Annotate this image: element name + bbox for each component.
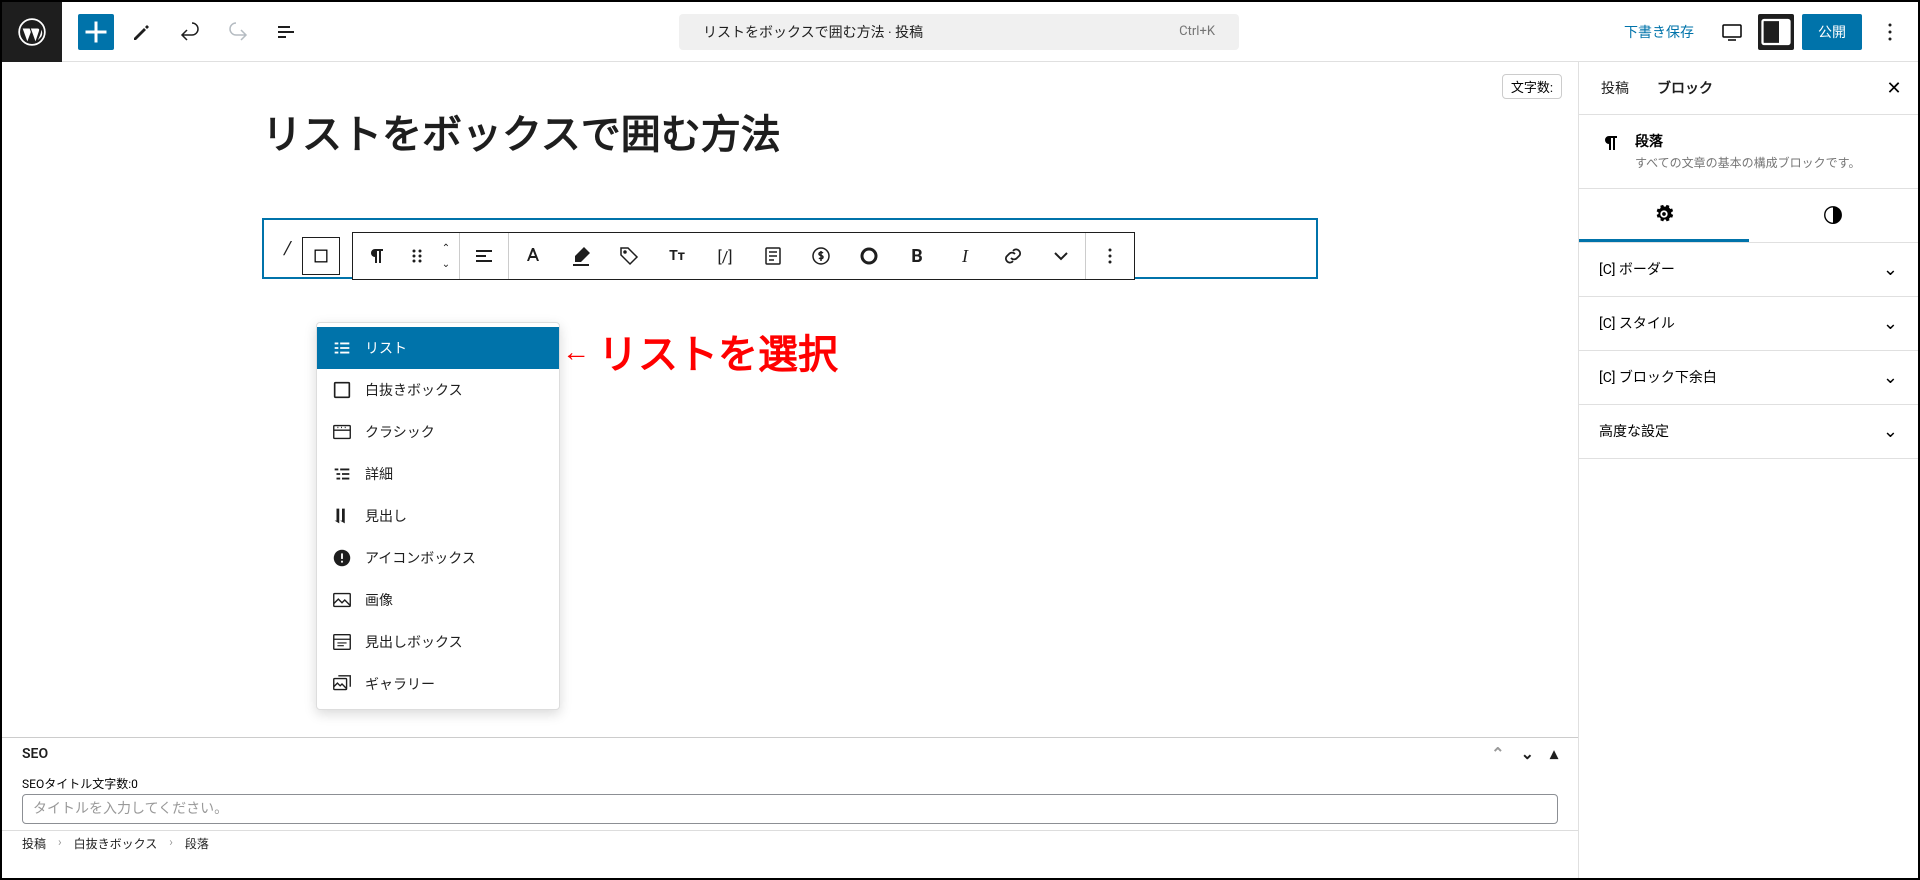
- paragraph-block-icon[interactable]: [353, 232, 401, 280]
- currency-icon[interactable]: [797, 232, 845, 280]
- editor-canvas: 文字数: リストをボックスで囲む方法 ⌃ ⌄: [2, 62, 1578, 878]
- preview-icon[interactable]: [1714, 14, 1750, 50]
- chevron-down-icon: ⌄: [1883, 313, 1898, 334]
- tag-icon[interactable]: [605, 232, 653, 280]
- dropdown-item-heading[interactable]: 見出し: [317, 495, 559, 537]
- undo-icon[interactable]: [170, 12, 210, 52]
- top-toolbar: リストをボックスで囲む方法 · 投稿 Ctrl+K 下書き保存 公開: [2, 2, 1918, 62]
- block-options-icon[interactable]: [1086, 232, 1134, 280]
- block-info: 段落 すべての文章の基本の構成ブロックです。: [1579, 115, 1918, 189]
- subtab-styles-icon[interactable]: [1749, 189, 1919, 242]
- panel-margin[interactable]: [C] ブロック下余白⌄: [1579, 351, 1918, 405]
- edit-mode-icon[interactable]: [122, 12, 162, 52]
- block-select-handle-icon[interactable]: [302, 237, 340, 275]
- document-title-button[interactable]: リストをボックスで囲む方法 · 投稿 Ctrl+K: [679, 14, 1239, 50]
- seo-down-icon[interactable]: ⌄: [1521, 744, 1534, 763]
- dropdown-item-box[interactable]: 白抜きボックス: [317, 369, 559, 411]
- font-size-icon[interactable]: Tт: [653, 232, 701, 280]
- tab-block[interactable]: ブロック: [1643, 62, 1727, 114]
- breadcrumb-item[interactable]: 投稿: [22, 835, 46, 852]
- align-icon[interactable]: [460, 232, 508, 280]
- tab-post[interactable]: 投稿: [1587, 62, 1643, 114]
- dropdown-item-gallery[interactable]: ギャラリー: [317, 663, 559, 705]
- slash-command-icon[interactable]: [/]: [701, 232, 749, 280]
- settings-sidebar: 投稿 ブロック ✕ 段落 すべての文章の基本の構成ブロックです。 [C] ボーダ…: [1578, 62, 1918, 878]
- italic-icon[interactable]: I: [941, 232, 989, 280]
- add-block-button[interactable]: [78, 14, 114, 50]
- panel-border[interactable]: [C] ボーダー⌄: [1579, 243, 1918, 297]
- move-up-icon[interactable]: ⌃: [436, 240, 456, 256]
- annotation-overlay: ← リストを選択: [562, 322, 838, 380]
- close-sidebar-icon[interactable]: ✕: [1878, 72, 1910, 104]
- link-icon[interactable]: [989, 232, 1037, 280]
- dropdown-item-list[interactable]: リスト: [317, 327, 559, 369]
- chevron-down-icon: ⌄: [1883, 367, 1898, 388]
- paragraph-icon: [1599, 131, 1623, 155]
- publish-button[interactable]: 公開: [1802, 14, 1862, 50]
- document-title-text: リストをボックスで囲む方法 · 投稿: [703, 22, 923, 42]
- block-description: すべての文章の基本の構成ブロックです。: [1635, 155, 1860, 172]
- dropdown-item-headingbox[interactable]: 見出しボックス: [317, 621, 559, 663]
- dropdown-item-classic[interactable]: クラシック: [317, 411, 559, 453]
- more-formatting-icon[interactable]: [1037, 232, 1085, 280]
- seo-collapse-icon[interactable]: ▴: [1550, 744, 1558, 763]
- arrow-left-icon: ←: [562, 335, 590, 368]
- seo-panel: SEO ⌃ ⌄ ▴ SEOタイトル文字数:0: [2, 737, 1578, 830]
- wordpress-logo-icon[interactable]: [2, 2, 62, 62]
- dropdown-item-iconbox[interactable]: アイコンボックス: [317, 537, 559, 579]
- move-down-icon[interactable]: ⌄: [436, 256, 456, 272]
- post-title[interactable]: リストをボックスで囲む方法: [262, 102, 1318, 160]
- drag-handle-icon[interactable]: [401, 232, 433, 280]
- chevron-down-icon: ⌄: [1883, 259, 1898, 280]
- panel-advanced[interactable]: 高度な設定⌄: [1579, 405, 1918, 459]
- circle-icon[interactable]: [845, 232, 893, 280]
- notes-icon[interactable]: [749, 232, 797, 280]
- dropdown-item-details[interactable]: 詳細: [317, 453, 559, 495]
- chevron-down-icon: ⌄: [1883, 421, 1898, 442]
- seo-title-input[interactable]: [22, 794, 1558, 824]
- seo-up-icon[interactable]: ⌃: [1491, 744, 1504, 763]
- dropdown-item-image[interactable]: 画像: [317, 579, 559, 621]
- seo-count-label: SEOタイトル文字数:0: [22, 775, 1558, 792]
- breadcrumb-item[interactable]: 段落: [185, 835, 209, 852]
- block-name: 段落: [1635, 131, 1860, 151]
- shortcut-hint: Ctrl+K: [1179, 24, 1215, 39]
- redo-icon: [218, 12, 258, 52]
- panel-style[interactable]: [C] スタイル⌄: [1579, 297, 1918, 351]
- breadcrumb-item[interactable]: 白抜きボックス: [74, 835, 158, 852]
- block-breadcrumb: 投稿› 白抜きボックス› 段落: [2, 830, 1578, 856]
- block-inserter-dropdown: リスト 白抜きボックス クラシック 詳細 見出し アイコンボックス 画像 見出し…: [316, 322, 560, 710]
- settings-sidebar-icon[interactable]: [1758, 14, 1794, 50]
- bold-icon[interactable]: B: [893, 232, 941, 280]
- move-block-buttons[interactable]: ⌃ ⌄: [433, 232, 459, 280]
- options-menu-icon[interactable]: [1870, 12, 1910, 52]
- seo-title: SEO: [22, 746, 48, 762]
- text-color-icon[interactable]: [509, 232, 557, 280]
- document-outline-icon[interactable]: [266, 12, 306, 52]
- save-draft-button[interactable]: 下書き保存: [1612, 14, 1706, 50]
- block-toolbar: ⌃ ⌄ Tт [/]: [302, 232, 1135, 280]
- highlight-icon[interactable]: [557, 232, 605, 280]
- subtab-settings-icon[interactable]: [1579, 189, 1749, 242]
